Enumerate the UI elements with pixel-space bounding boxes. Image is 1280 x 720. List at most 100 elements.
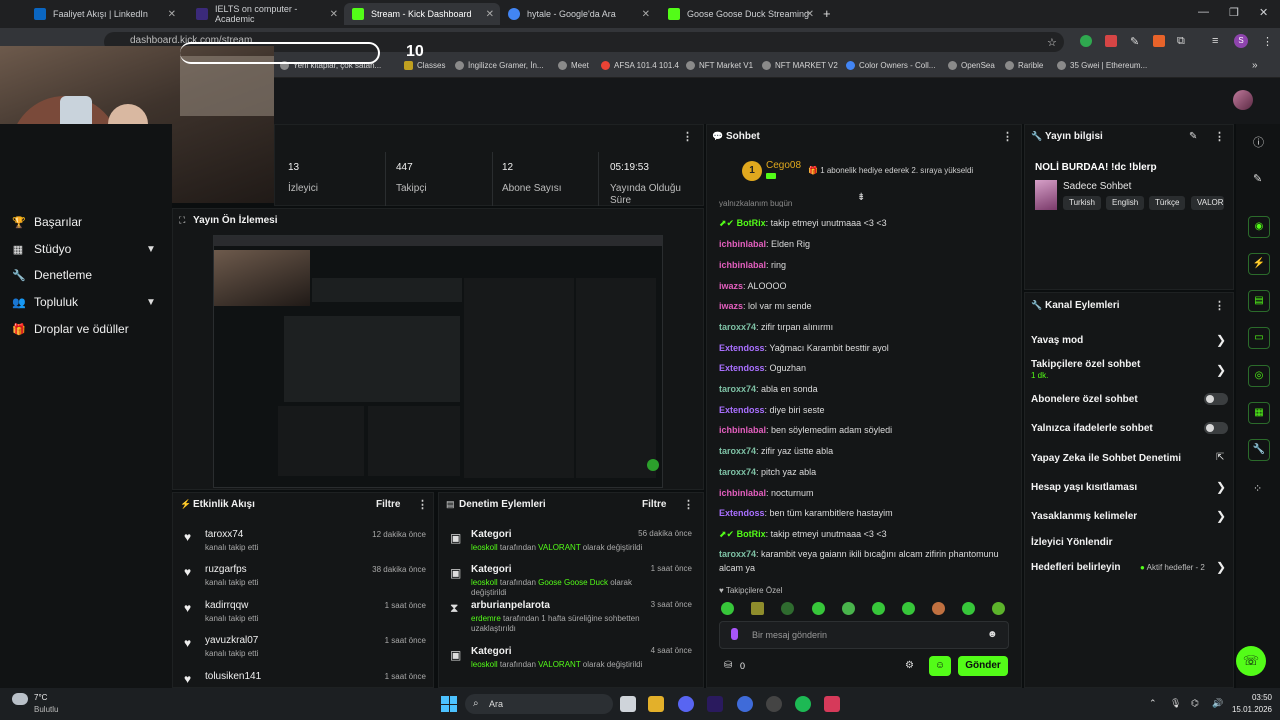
chrome-icon[interactable] (737, 696, 753, 712)
emoji-icon[interactable]: ☻ (987, 629, 998, 640)
tab-ielts[interactable]: IELTS on computer - Academic ✕ (188, 3, 344, 25)
bookmark-item[interactable]: OpenSea (948, 61, 995, 70)
emote-icon[interactable] (842, 602, 855, 615)
new-tab-button[interactable]: + (823, 6, 831, 21)
chat-username[interactable]: ichbinlabal (719, 260, 766, 270)
file-explorer-icon[interactable] (648, 696, 664, 712)
chat-username[interactable]: Extendoss (719, 405, 765, 415)
bookmark-item[interactable]: NFT Market V1 (686, 61, 753, 70)
chevron-right-icon[interactable]: ❯ (1216, 333, 1226, 347)
close-icon[interactable]: ✕ (330, 9, 338, 20)
lightning-icon[interactable]: ⚡ (1248, 253, 1270, 275)
activity-user[interactable]: tolusiken141 (205, 671, 261, 682)
bookmark-item[interactable]: Classes (404, 61, 445, 70)
document-icon[interactable]: ▤ (1248, 290, 1270, 312)
bookmark-item[interactable]: Meet (558, 61, 589, 70)
discord-icon[interactable] (678, 696, 694, 712)
profile-avatar[interactable]: S (1234, 34, 1248, 48)
close-icon[interactable]: ✕ (168, 9, 176, 20)
chat-username[interactable]: iwazs (719, 301, 743, 311)
spotify-icon[interactable] (795, 696, 811, 712)
tab-google[interactable]: hytale - Google'da Ara ✕ (500, 3, 656, 25)
chat-username[interactable]: ichbinlabal (719, 425, 766, 435)
windows-start-icon[interactable] (441, 696, 457, 712)
category-thumbnail[interactable] (1035, 180, 1057, 210)
chevron-right-icon[interactable]: ❯ (1216, 509, 1226, 523)
volume-icon[interactable]: 🔊 (1212, 698, 1223, 709)
more-bookmarks-icon[interactable]: » (1252, 60, 1258, 71)
close-icon[interactable]: ✕ (806, 9, 814, 20)
chat-username[interactable]: Extendoss (719, 343, 765, 353)
restore-button[interactable]: ❐ (1229, 6, 1239, 19)
stream-tag[interactable]: English (1106, 196, 1145, 210)
extension-icon[interactable] (1153, 35, 1165, 47)
chevron-right-icon[interactable]: ❯ (1216, 363, 1226, 377)
activity-filter-button[interactable]: Filtre (376, 499, 400, 510)
emote-icon[interactable] (721, 602, 734, 615)
chat-username[interactable]: iwazs (719, 281, 743, 291)
kebab-menu-icon[interactable]: ⋮ (682, 130, 693, 143)
chat-username[interactable]: taroxx74 (719, 467, 756, 477)
chevron-right-icon[interactable]: ❯ (1216, 480, 1226, 494)
chat-username[interactable]: ichbinlabal (719, 239, 766, 249)
kebab-menu-icon[interactable]: ⋮ (1214, 130, 1225, 143)
send-button[interactable]: Gönder (958, 656, 1008, 676)
task-view-icon[interactable] (620, 696, 636, 712)
bookmark-item[interactable]: AFSA 101.4 101.4 (601, 61, 679, 70)
network-icon[interactable]: ⌬ (1191, 698, 1199, 709)
kebab-menu-icon[interactable]: ⋮ (417, 498, 428, 511)
clock-date[interactable]: 15.01.2026 (1226, 705, 1272, 714)
stream-preview-video[interactable] (213, 235, 663, 488)
stream-tag[interactable]: Turkish (1063, 196, 1101, 210)
bookmark-item[interactable]: İngilizce Gramer, İn... (455, 61, 544, 70)
chevron-right-icon[interactable]: ❯ (1216, 560, 1226, 574)
puzzle-icon[interactable]: ⧉ (1177, 35, 1185, 48)
subs-only-toggle[interactable] (1204, 393, 1228, 405)
close-window-button[interactable]: ✕ (1259, 6, 1268, 19)
premiere-icon[interactable] (707, 696, 723, 712)
panel-icon[interactable]: ▦ (1248, 402, 1270, 424)
kebab-menu-icon[interactable]: ⋮ (683, 498, 694, 511)
tab-linkedin[interactable]: Faaliyet Akışı | LinkedIn ✕ (26, 3, 182, 25)
emote-icon[interactable] (872, 602, 885, 615)
mic-icon[interactable]: 🎙 (1170, 698, 1181, 709)
apps-icon[interactable]: ⁘ (1253, 482, 1262, 495)
emote-icon[interactable] (992, 602, 1005, 615)
activity-user[interactable]: ruzgarfps (205, 564, 247, 575)
slow-mode-row[interactable]: Yavaş mod (1031, 335, 1083, 346)
activity-user[interactable]: yavuzkral07 (205, 635, 258, 646)
app-icon[interactable] (824, 696, 840, 712)
followers-only-row[interactable]: Takipçilere özel sohbet (1031, 359, 1140, 370)
camera-icon[interactable]: ◉ (1248, 216, 1270, 238)
activity-user[interactable]: taroxx74 (205, 529, 243, 540)
pen-icon[interactable]: ✎ (1253, 172, 1262, 185)
minimize-button[interactable]: — (1198, 6, 1209, 18)
chat-username[interactable]: Extendoss (719, 508, 765, 518)
menu-icon[interactable]: ≡ (1212, 35, 1218, 47)
weather-temp[interactable]: 7°C (34, 693, 47, 702)
extension-icon[interactable] (1080, 35, 1092, 47)
nav-drops[interactable]: 🎁 Droplar ve ödüller (12, 322, 129, 336)
obs-icon[interactable] (766, 696, 782, 712)
emote-icon[interactable] (781, 602, 794, 615)
kebab-menu-icon[interactable]: ⋮ (1214, 299, 1225, 312)
chat-username[interactable]: taroxx74 (719, 549, 756, 559)
pinned-user[interactable]: Cego08 (766, 160, 801, 171)
chat-username[interactable]: BotRix (737, 529, 766, 539)
emotes-only-toggle[interactable] (1204, 422, 1228, 434)
kebab-menu-icon[interactable]: ⋮ (1262, 35, 1273, 48)
chat-icon[interactable]: ▭ (1248, 327, 1270, 349)
scroll-down-icon[interactable]: ⇟ (857, 192, 865, 203)
chat-username[interactable]: taroxx74 (719, 446, 756, 456)
chat-username[interactable]: BotRix (737, 218, 766, 228)
support-icon[interactable]: ☏ (1236, 646, 1266, 676)
goals-row[interactable]: Hedefleri belirleyin (1031, 562, 1120, 573)
close-icon[interactable]: ✕ (486, 9, 494, 20)
bookmark-item[interactable]: 35 Gwei | Ethereum... (1057, 61, 1147, 70)
nav-achievements[interactable]: 🏆 Başarılar (12, 215, 82, 229)
banned-words-row[interactable]: Yasaklanmış kelimeler (1031, 511, 1137, 522)
taskbar-search[interactable] (465, 694, 613, 714)
external-link-icon[interactable]: ⇱ (1216, 452, 1224, 463)
close-icon[interactable]: ✕ (642, 9, 650, 20)
account-age-row[interactable]: Hesap yaşı kısıtlaması (1031, 482, 1137, 493)
